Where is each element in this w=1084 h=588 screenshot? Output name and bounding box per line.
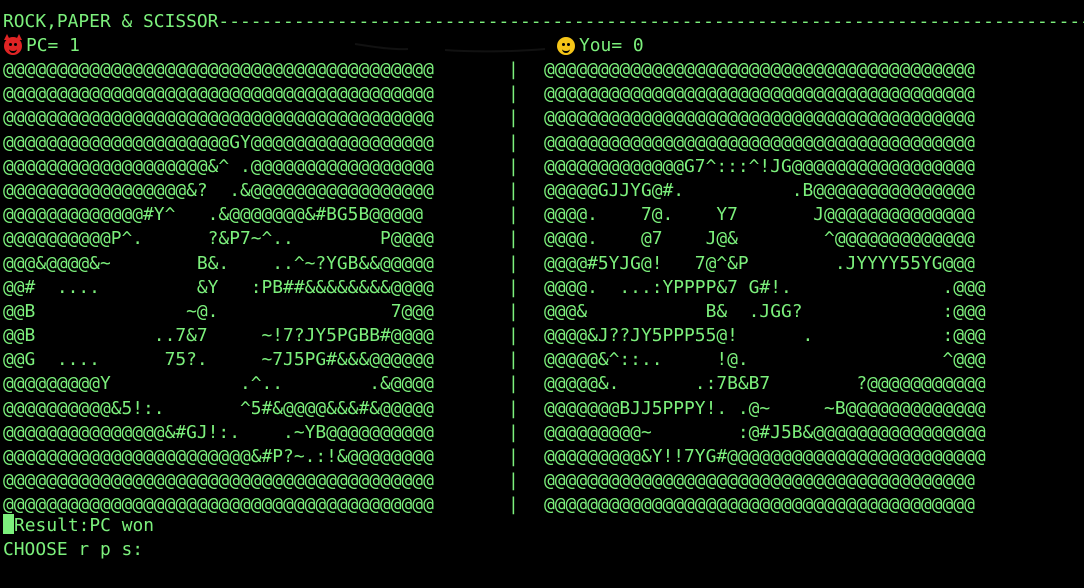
you-score-label: You= 0 xyxy=(579,35,644,56)
pc-art-row: @@@@@@@@@@&5!:. ^5#&@@@@&&&#&@@@@@ xyxy=(3,397,434,419)
art-divider: | | | | | | | | | | | | | | | | | | | xyxy=(508,58,519,518)
pc-art-row: @@@@@@@@@@@@@@@@@&? .&@@@@@@@@@@@@@@@@@ xyxy=(3,179,434,201)
divider-bar: | xyxy=(508,276,519,298)
pc-art-row: @@# .... &Y :PB##&&&&&&&&@@@@ xyxy=(3,276,434,298)
pc-art-row: @@@@@@@@@@P^. ?&P7~^.. P@@@@ xyxy=(3,228,434,250)
pc-art-row: @@@@@@@@@Y .^.. .&@@@@ xyxy=(3,373,434,395)
divider-bar: | xyxy=(508,325,519,347)
player-art-row: @@@@@@@@@@@@@@@@@@@@@@@@@@@@@@@@@@@@@@@@ xyxy=(544,107,975,129)
player-art-row: @@@@@@@@@@@@@@@@@@@@@@@@@@@@@@@@@@@@@@@@ xyxy=(544,494,975,516)
you-score: You= 0 xyxy=(557,34,644,58)
pc-art-row: @@@@@@@@@@@@@@@@@@@@@@@@@@@@@@@@@@@@@@@@ xyxy=(3,470,434,492)
player-art-row: @@@@@@@@@@@@@G7^:::^!JG@@@@@@@@@@@@@@@@@ xyxy=(544,155,975,177)
player-art-row: @@@@@@@@@&Y!!7YG#@@@@@@@@@@@@@@@@@@@@@@@… xyxy=(544,446,986,467)
terminal-window[interactable]: ROCK,PAPER & SCISSOR--------------------… xyxy=(0,0,1084,588)
pc-art-row: @@B ..7&7 ~!7?JY5PGBB#@@@@ xyxy=(3,325,434,347)
player-art-row: @@@@@@@@@@@@@@@@@@@@@@@@@@@@@@@@@@@@@@@@ xyxy=(544,131,975,153)
divider-bar: | xyxy=(508,252,519,274)
game-title-line: ROCK,PAPER & SCISSOR--------------------… xyxy=(3,11,1084,32)
divider-bar: | xyxy=(508,300,519,322)
divider-bar: | xyxy=(508,421,519,443)
pc-art-row: @@@@@@@@@@@@@@@@@@@@@GY@@@@@@@@@@@@@@@@@ xyxy=(3,131,434,153)
pc-art-row: @@@@@@@@@@@@@@@@@@@&^ .@@@@@@@@@@@@@@@@@ xyxy=(3,155,434,177)
pc-art-row: @@@@@@@@@@@@@@@@@@@@@@@@@@@@@@@@@@@@@@@@ xyxy=(3,83,434,105)
divider-bar: | xyxy=(508,204,519,226)
player-art-row: @@@@@@@@@@@@@@@@@@@@@@@@@@@@@@@@@@@@@@@@ xyxy=(544,470,975,492)
pc-art-row: @@@@@@@@@@@@@@@&#GJ!:. .~YB@@@@@@@@@@ xyxy=(3,421,434,443)
divider-bar: | xyxy=(508,470,519,492)
result-text: Result:PC won xyxy=(14,515,155,536)
player-art-row: @@@@@@@@@~ :@#J5B&@@@@@@@@@@@@@@@@ xyxy=(544,421,986,443)
devil-face-icon xyxy=(4,34,22,56)
divider-bar: | xyxy=(508,107,519,129)
terminal-cursor xyxy=(3,514,14,534)
smiling-face-icon xyxy=(557,37,575,56)
player-art-row: @@@& B& .JGG? :@@@ xyxy=(544,300,986,322)
pc-art-row: @@B ~@. 7@@@ xyxy=(3,300,434,322)
pc-art-row: @@@@@@@@@@@@@@@@@@@@@@@@@@@@@@@@@@@@@@@@ xyxy=(3,107,434,129)
pc-art-row: @@@@@@@@@@@@@#Y^ .&@@@@@@@&#BG5B@@@@@ xyxy=(3,204,424,226)
pc-art-row: @@G .... 75?. ~7J5PG#&&&@@@@@@ xyxy=(3,349,434,371)
divider-bar: | xyxy=(508,228,519,250)
player-art-row: @@@@@@@@@@@@@@@@@@@@@@@@@@@@@@@@@@@@@@@@ xyxy=(544,83,975,105)
pc-choice-art: @@@@@@@@@@@@@@@@@@@@@@@@@@@@@@@@@@@@@@@@… xyxy=(3,58,434,518)
result-line: Result:PC won xyxy=(3,514,154,538)
player-art-row: @@@@. @7 J@& ^@@@@@@@@@@@@@ xyxy=(544,228,975,250)
divider-bar: | xyxy=(508,446,519,467)
player-art-row: @@@@. ...:YPPPP&7 G#!. .@@@ xyxy=(544,276,986,298)
scribble-mark xyxy=(354,43,546,53)
divider-bar: | xyxy=(508,83,519,105)
divider-bar: | xyxy=(508,494,519,516)
player-choice-art: @@@@@@@@@@@@@@@@@@@@@@@@@@@@@@@@@@@@@@@@… xyxy=(544,58,986,518)
player-art-row: @@@@@@@@@@@@@@@@@@@@@@@@@@@@@@@@@@@@@@@@ xyxy=(544,59,975,80)
divider-bar: | xyxy=(508,397,519,419)
divider-bar: | xyxy=(508,179,519,201)
divider-bar: | xyxy=(508,59,519,80)
pc-art-row: @@@&@@@@&~ B&. ..^~?YGB&&@@@@@ xyxy=(3,252,434,274)
pc-score-label: PC= 1 xyxy=(26,35,80,56)
player-art-row: @@@@@&^::.. !@. ^@@@ xyxy=(544,349,986,371)
pc-score: PC= 1 xyxy=(4,34,80,58)
divider-bar: | xyxy=(508,131,519,153)
divider-bar: | xyxy=(508,349,519,371)
divider-bar: | xyxy=(508,155,519,177)
divider-bar: | xyxy=(508,373,519,395)
player-art-row: @@@@@GJJYG@#. .B@@@@@@@@@@@@@@@ xyxy=(544,179,975,201)
player-art-row: @@@@. 7@. Y7 J@@@@@@@@@@@@@@ xyxy=(544,204,975,226)
player-art-row: @@@@#5YJG@! 7@^&P .JYYYY55YG@@@ xyxy=(544,252,975,274)
player-art-row: @@@@@&. .:7B&B7 ?@@@@@@@@@@@ xyxy=(544,373,986,395)
choice-prompt[interactable]: CHOOSE r p s: xyxy=(3,538,143,562)
player-art-row: @@@@&J??JY5PPP55@! . :@@@ xyxy=(544,325,986,347)
pc-art-row: @@@@@@@@@@@@@@@@@@@@@@@&#P?~.:!&@@@@@@@@ xyxy=(3,446,434,467)
pc-art-row: @@@@@@@@@@@@@@@@@@@@@@@@@@@@@@@@@@@@@@@@ xyxy=(3,59,434,80)
player-art-row: @@@@@@@BJJ5PPPY!. .@~ ~B@@@@@@@@@@@@@ xyxy=(544,397,986,419)
